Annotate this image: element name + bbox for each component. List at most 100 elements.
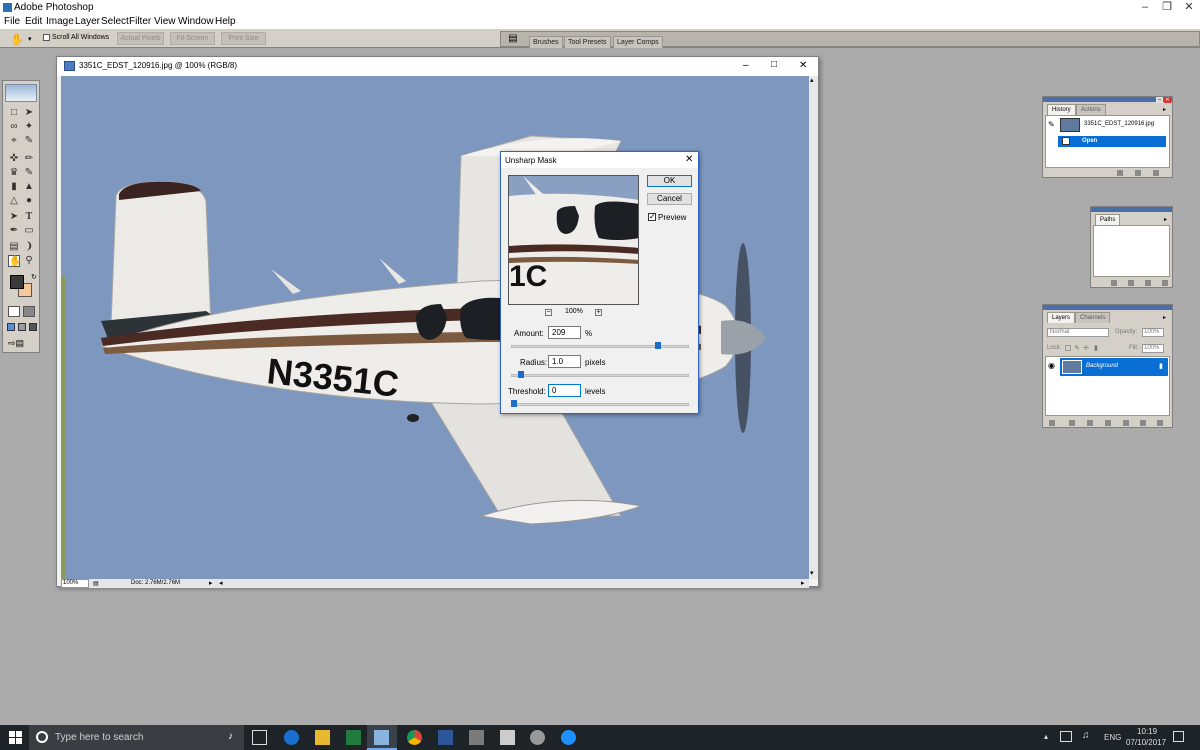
threshold-input[interactable]: 0: [548, 384, 581, 397]
healing-brush-tool-icon[interactable]: ✜: [8, 153, 20, 165]
tab-history[interactable]: History: [1047, 104, 1076, 115]
preview-checkbox[interactable]: ✓: [648, 213, 656, 221]
threshold-slider-thumb[interactable]: [511, 400, 517, 407]
restore-icon[interactable]: ❐: [1156, 0, 1178, 15]
crop-tool-icon[interactable]: ⌖: [8, 135, 20, 147]
vscroll-down-icon[interactable]: ▾: [810, 569, 814, 577]
history-close-icon[interactable]: ✕: [1164, 97, 1171, 103]
lock-position-icon[interactable]: ✛: [1083, 344, 1089, 352]
menu-window[interactable]: Window: [178, 16, 214, 27]
lasso-tool-icon[interactable]: ∞: [8, 121, 20, 133]
menu-image[interactable]: Image: [46, 16, 74, 27]
hand-tool-icon[interactable]: ✋: [10, 33, 24, 46]
layers-menu-icon[interactable]: ▸: [1163, 314, 1166, 321]
menu-edit[interactable]: Edit: [25, 16, 42, 27]
adobe-online-feather-icon[interactable]: [5, 84, 37, 102]
create-snapshot-icon[interactable]: [1135, 170, 1141, 176]
cancel-button[interactable]: Cancel: [647, 193, 692, 205]
tab-actions[interactable]: Actions: [1076, 104, 1106, 115]
menu-layer[interactable]: Layer: [75, 16, 100, 27]
vscroll-up-icon[interactable]: ▴: [810, 76, 814, 84]
vertical-scrollbar[interactable]: ▴ ▾: [809, 76, 818, 579]
shape-tool-icon[interactable]: ▭: [23, 225, 35, 237]
tool-preset-chevron-icon[interactable]: ▾: [28, 35, 32, 43]
pen-tool-icon[interactable]: ✒: [8, 225, 20, 237]
amount-slider[interactable]: [511, 345, 689, 348]
link-layers-icon[interactable]: [1049, 420, 1055, 426]
clock-date[interactable]: 07/10/2017: [1126, 738, 1166, 747]
stroke-path-icon[interactable]: [1128, 280, 1134, 286]
amount-input[interactable]: 209: [548, 326, 581, 339]
path-to-selection-icon[interactable]: [1145, 280, 1151, 286]
opacity-input[interactable]: 100%: [1142, 328, 1164, 337]
swap-colors-icon[interactable]: ↻: [31, 273, 37, 281]
history-brush-tool-icon[interactable]: ✎: [23, 167, 35, 179]
standard-mode-icon[interactable]: [8, 306, 20, 317]
tab-layers[interactable]: Layers: [1047, 312, 1076, 323]
fill-path-icon[interactable]: [1111, 280, 1117, 286]
clock-time[interactable]: 10:19: [1137, 727, 1157, 736]
aol-icon[interactable]: [561, 730, 576, 745]
foreground-color-swatch[interactable]: [10, 275, 24, 289]
status-menu-arrow-icon[interactable]: ▸: [209, 579, 213, 587]
layer-visibility-eye-icon[interactable]: ◉: [1048, 361, 1055, 370]
show-hidden-icons-icon[interactable]: ▴: [1044, 732, 1048, 741]
tab-channels[interactable]: Channels: [1075, 312, 1111, 323]
adjustment-layer-icon[interactable]: [1105, 420, 1111, 426]
layer-row-background[interactable]: Background ▮: [1060, 358, 1168, 376]
taskbar-search-box[interactable]: Type here to search ♪: [29, 725, 244, 750]
excel-icon[interactable]: [346, 730, 361, 745]
calculator-icon[interactable]: [500, 730, 515, 745]
tab-tool-presets[interactable]: Tool Presets: [564, 36, 611, 48]
paths-trash-icon[interactable]: [1162, 280, 1168, 286]
screen-mode-menubar-icon[interactable]: [18, 323, 26, 331]
doc-minimize-icon[interactable]: –: [743, 60, 749, 71]
hand-tool-selected-icon[interactable]: ✋: [8, 255, 21, 267]
new-document-from-state-icon[interactable]: [1117, 170, 1123, 176]
language-indicator[interactable]: ENG: [1104, 733, 1121, 742]
slice-tool-icon[interactable]: ✎: [23, 135, 35, 147]
word-icon[interactable]: [438, 730, 453, 745]
history-menu-icon[interactable]: ▸: [1163, 106, 1166, 113]
preview-zoom-out-icon[interactable]: −: [545, 309, 552, 316]
blur-tool-icon[interactable]: △: [8, 195, 20, 207]
network-icon[interactable]: [1060, 731, 1072, 742]
dodge-tool-icon[interactable]: ●: [23, 195, 35, 207]
menu-select[interactable]: Select: [101, 16, 129, 27]
volume-icon[interactable]: ♫: [1082, 730, 1090, 741]
preview-zoom-in-icon[interactable]: +: [595, 309, 602, 316]
new-layer-icon[interactable]: [1140, 420, 1146, 426]
dialog-close-icon[interactable]: ✕: [685, 154, 693, 165]
file-explorer-icon[interactable]: [315, 730, 330, 745]
history-trash-icon[interactable]: [1153, 170, 1159, 176]
jump-to-imageready-icon[interactable]: ⇨▤: [8, 338, 35, 349]
history-brush-source-icon[interactable]: ✎: [1048, 120, 1055, 129]
tab-brushes[interactable]: Brushes: [529, 36, 563, 48]
brush-tool-icon[interactable]: ✏: [23, 153, 35, 165]
fit-screen-button[interactable]: Fit Screen: [170, 32, 215, 45]
scroll-all-checkbox[interactable]: [43, 34, 50, 41]
history-state-open[interactable]: Open: [1058, 136, 1166, 147]
clone-stamp-tool-icon[interactable]: ♛: [8, 167, 20, 179]
lock-transparency-icon[interactable]: [1065, 345, 1071, 351]
amount-slider-thumb[interactable]: [655, 342, 662, 349]
hscroll-left-icon[interactable]: ◂: [219, 579, 223, 587]
screen-mode-full-icon[interactable]: [29, 323, 37, 331]
menu-file[interactable]: File: [4, 16, 20, 27]
filter-preview[interactable]: 1C: [508, 175, 639, 305]
doc-close-icon[interactable]: ✕: [799, 60, 807, 71]
layer-style-icon[interactable]: [1069, 420, 1075, 426]
magic-wand-tool-icon[interactable]: ✦: [23, 121, 35, 133]
photos-app-icon[interactable]: [469, 730, 484, 745]
menu-filter[interactable]: Filter: [129, 16, 151, 27]
tab-layer-comps[interactable]: Layer Comps: [613, 36, 663, 48]
doc-maximize-icon[interactable]: □: [771, 59, 777, 70]
layer-mask-icon[interactable]: [1087, 420, 1093, 426]
move-tool-icon[interactable]: ➤: [23, 107, 35, 119]
type-tool-icon[interactable]: T: [23, 211, 35, 223]
marquee-tool-icon[interactable]: □: [8, 107, 20, 119]
eyedropper-tool-icon[interactable]: ❩: [23, 241, 35, 253]
history-snapshot-name[interactable]: 3351C_EDST_120916.jpg: [1084, 121, 1154, 127]
edge-browser-icon[interactable]: [284, 730, 299, 745]
notes-tool-icon[interactable]: ▤: [8, 241, 20, 253]
